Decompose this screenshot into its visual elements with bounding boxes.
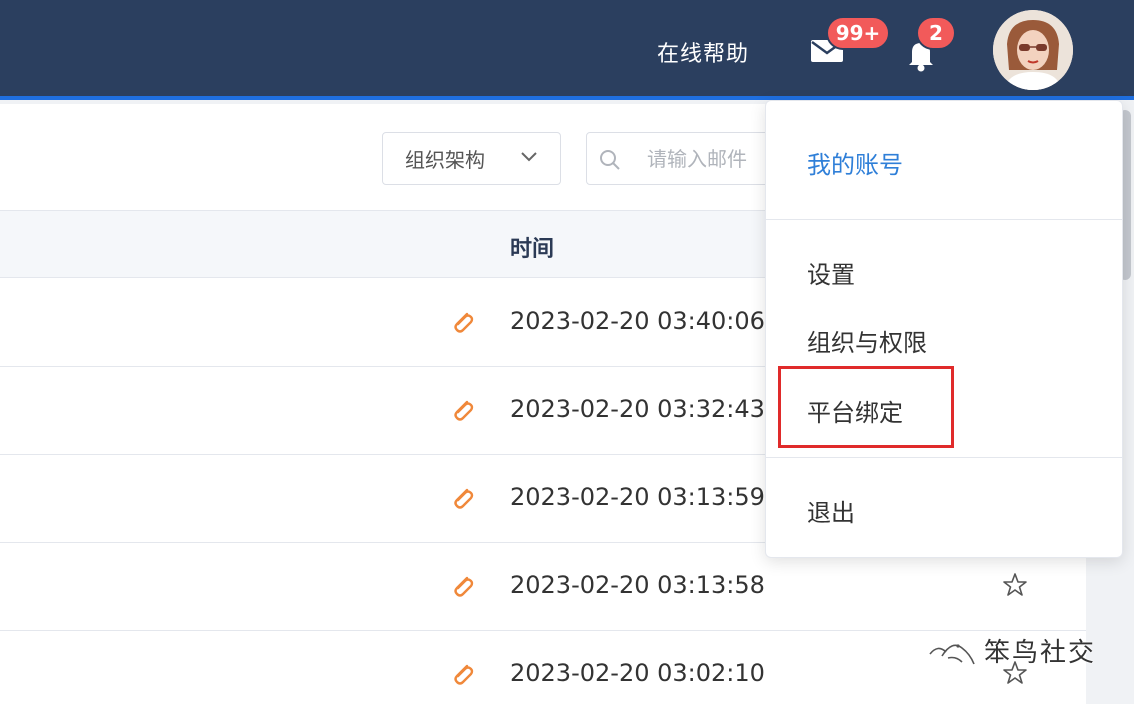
row-time: 2023-02-20 03:02:10 <box>510 659 765 687</box>
row-time: 2023-02-20 03:13:58 <box>510 571 765 599</box>
row-time: 2023-02-20 03:40:06 <box>510 307 765 335</box>
org-structure-select[interactable]: 组织架构 <box>382 132 561 185</box>
watermark-text: 笨鸟社交 <box>984 638 1097 668</box>
column-header-time: 时间 <box>510 237 555 262</box>
row-time: 2023-02-20 03:32:43 <box>510 395 765 423</box>
notification-badge: 2 <box>916 16 956 50</box>
menu-divider <box>766 219 1122 220</box>
row-time: 2023-02-20 03:13:59 <box>510 483 765 511</box>
menu-item-logout[interactable]: 退出 <box>807 493 855 528</box>
menu-item-org-permissions[interactable]: 组织与权限 <box>807 323 927 358</box>
mail-badge: 99+ <box>826 16 890 50</box>
paperclip-icon <box>454 488 474 509</box>
paperclip-icon <box>454 664 474 685</box>
star-icon[interactable] <box>1001 571 1029 599</box>
avatar-image <box>993 10 1073 90</box>
org-select-value: 组织架构 <box>405 148 485 172</box>
watermark: 笨鸟社交 <box>928 632 1096 669</box>
menu-item-my-account[interactable]: 我的账号 <box>807 145 903 180</box>
menu-item-settings[interactable]: 设置 <box>807 255 855 290</box>
menu-divider <box>766 457 1122 458</box>
search-icon <box>600 150 620 170</box>
highlight-annotation-box <box>778 366 954 448</box>
paperclip-icon <box>454 400 474 421</box>
online-help-link[interactable]: 在线帮助 <box>657 36 749 68</box>
user-dropdown-menu: 我的账号 设置 组织与权限 平台绑定 退出 <box>765 100 1123 558</box>
paperclip-icon <box>454 576 474 597</box>
chevron-down-icon <box>521 152 537 162</box>
bird-logo-icon <box>929 643 975 664</box>
table-row[interactable]: 2023-02-20 03:02:10 <box>0 631 1086 704</box>
user-avatar[interactable] <box>993 10 1073 90</box>
paperclip-icon <box>454 312 474 333</box>
top-header: 在线帮助 99+ 2 <box>0 0 1134 100</box>
